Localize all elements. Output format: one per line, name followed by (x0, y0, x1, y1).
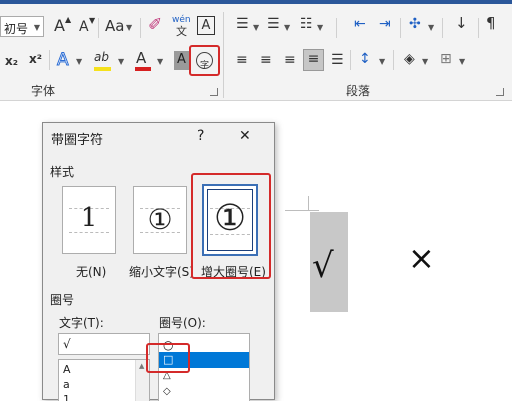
list-item[interactable]: ◇ (163, 386, 171, 397)
list-item[interactable]: a (63, 378, 70, 391)
group-divider (223, 12, 224, 98)
shrink-font-button[interactable]: A (79, 20, 89, 34)
divider (478, 18, 479, 38)
numbering-icon[interactable]: ☰ (267, 17, 280, 31)
align-right-icon[interactable]: ≡ (284, 53, 296, 67)
divider (98, 18, 99, 38)
scroll-up-icon[interactable]: ▲ (139, 362, 144, 370)
cross-character: × (408, 239, 435, 277)
paragraph-dialog-launcher-icon[interactable] (496, 88, 504, 96)
divider (400, 18, 401, 38)
highlight-color-bar (94, 67, 111, 71)
chevron-down-icon: ▼ (76, 57, 83, 66)
multilevel-list-icon[interactable]: ☷ (300, 17, 313, 31)
style-section-label: 样式 (50, 165, 75, 179)
enlarge-symbol-highlight (191, 173, 271, 279)
char-shading-label: A (177, 52, 186, 67)
subscript-button[interactable]: x₂ (5, 55, 18, 67)
font-color-button[interactable]: A (136, 51, 146, 66)
style-option-shrink-text[interactable]: ① (133, 186, 187, 254)
ribbon: 初号 ▼ A ▲ A ▼ Aa ▼ ✐ wén 文 A x₂ x² A ▼ ab… (0, 4, 512, 101)
font-dialog-launcher-icon[interactable] (210, 88, 218, 96)
phonetic-guide-char: 文 (176, 25, 187, 38)
enclose-char-highlight (189, 45, 220, 76)
shrink-font-arrow-icon: ▼ (89, 16, 96, 25)
distribute-icon[interactable]: ☰ (331, 53, 344, 67)
align-center-icon[interactable]: ≡ (260, 53, 272, 67)
increase-indent-icon[interactable]: ⇥ (379, 17, 391, 31)
chevron-down-icon: ▼ (253, 23, 260, 32)
text-input[interactable]: √ (58, 333, 150, 355)
font-size-select[interactable]: 初号 ▼ (0, 16, 44, 37)
grow-font-button[interactable]: A (54, 18, 65, 34)
show-marks-icon[interactable]: ¶ (486, 16, 496, 31)
check-character: √ (312, 246, 334, 286)
style-none-label: 无(N) (76, 265, 107, 279)
ring-section-label: 圈号 (50, 293, 75, 307)
margin-marker (285, 210, 319, 211)
clear-format-button[interactable]: ✐ (148, 17, 162, 34)
chevron-down-icon: ▼ (317, 23, 324, 32)
ring-field-label: 圈号(O): (159, 316, 206, 330)
char-border-button[interactable]: A (197, 16, 215, 35)
style-shrink-glyph: ① (147, 203, 173, 236)
enclose-characters-dialog: 带圈字符 ? ✕ 样式 1 无(N) ① 缩小文字(S) ① 增大圈号(E) 圈… (42, 122, 275, 401)
justify-button[interactable]: ≡ (303, 49, 324, 71)
borders-icon[interactable]: ⊞ (440, 52, 452, 66)
font-group-label: 字体 (31, 84, 56, 98)
shaded-character-box: √ (310, 212, 348, 312)
chevron-down-icon: ▼ (459, 57, 466, 66)
chevron-down-icon: ▼ (379, 57, 386, 66)
style-shrink-label: 缩小文字(S) (129, 265, 194, 279)
superscript-button[interactable]: x² (29, 53, 42, 65)
paragraph-group-label: 段落 (346, 84, 371, 98)
line-spacing-icon[interactable]: ↕ (359, 52, 371, 66)
divider (49, 50, 50, 70)
ring-selection-highlight (146, 343, 190, 373)
divider (442, 18, 443, 38)
dialog-title: 带圈字符 (51, 133, 104, 148)
text-effect-button[interactable]: A (57, 51, 70, 69)
list-item[interactable]: A (63, 363, 71, 376)
divider (350, 50, 351, 70)
divider (393, 50, 394, 70)
margin-marker (308, 196, 309, 211)
style-none-glyph: 1 (80, 203, 98, 233)
grow-font-arrow-icon: ▲ (65, 15, 72, 24)
chevron-down-icon: ▼ (126, 23, 133, 32)
align-left-icon[interactable]: ≡ (236, 53, 248, 67)
chevron-down-icon: ▼ (422, 57, 429, 66)
text-field-label: 文字(T): (59, 316, 104, 330)
char-border-label: A (201, 18, 211, 33)
chevron-down-icon: ▼ (118, 57, 125, 66)
chevron-down-icon: ▼ (284, 23, 291, 32)
char-shading-button[interactable]: A (174, 51, 189, 70)
highlight-button[interactable]: ab (94, 51, 109, 63)
close-button[interactable]: ✕ (239, 128, 251, 144)
bullets-icon[interactable]: ☰ (236, 17, 249, 31)
sort-icon[interactable]: ↓ (455, 16, 468, 31)
style-option-none[interactable]: 1 (62, 186, 116, 254)
chevron-down-icon: ▼ (33, 23, 40, 32)
divider (140, 18, 141, 38)
change-case-button[interactable]: Aa (105, 19, 124, 34)
help-button[interactable]: ? (197, 128, 204, 144)
divider (336, 18, 337, 38)
font-size-value: 初号 (4, 22, 29, 36)
text-list[interactable]: A a 1 ▲ (58, 359, 150, 401)
chinese-layout-icon[interactable]: ✣ (409, 17, 421, 31)
chevron-down-icon: ▼ (157, 57, 164, 66)
font-color-bar (135, 67, 151, 71)
chevron-down-icon: ▼ (428, 23, 435, 32)
decrease-indent-icon[interactable]: ⇤ (354, 17, 366, 31)
shading-icon[interactable]: ◈ (404, 52, 415, 66)
phonetic-guide-button[interactable]: wén (172, 16, 191, 25)
text-input-value: √ (63, 337, 71, 351)
